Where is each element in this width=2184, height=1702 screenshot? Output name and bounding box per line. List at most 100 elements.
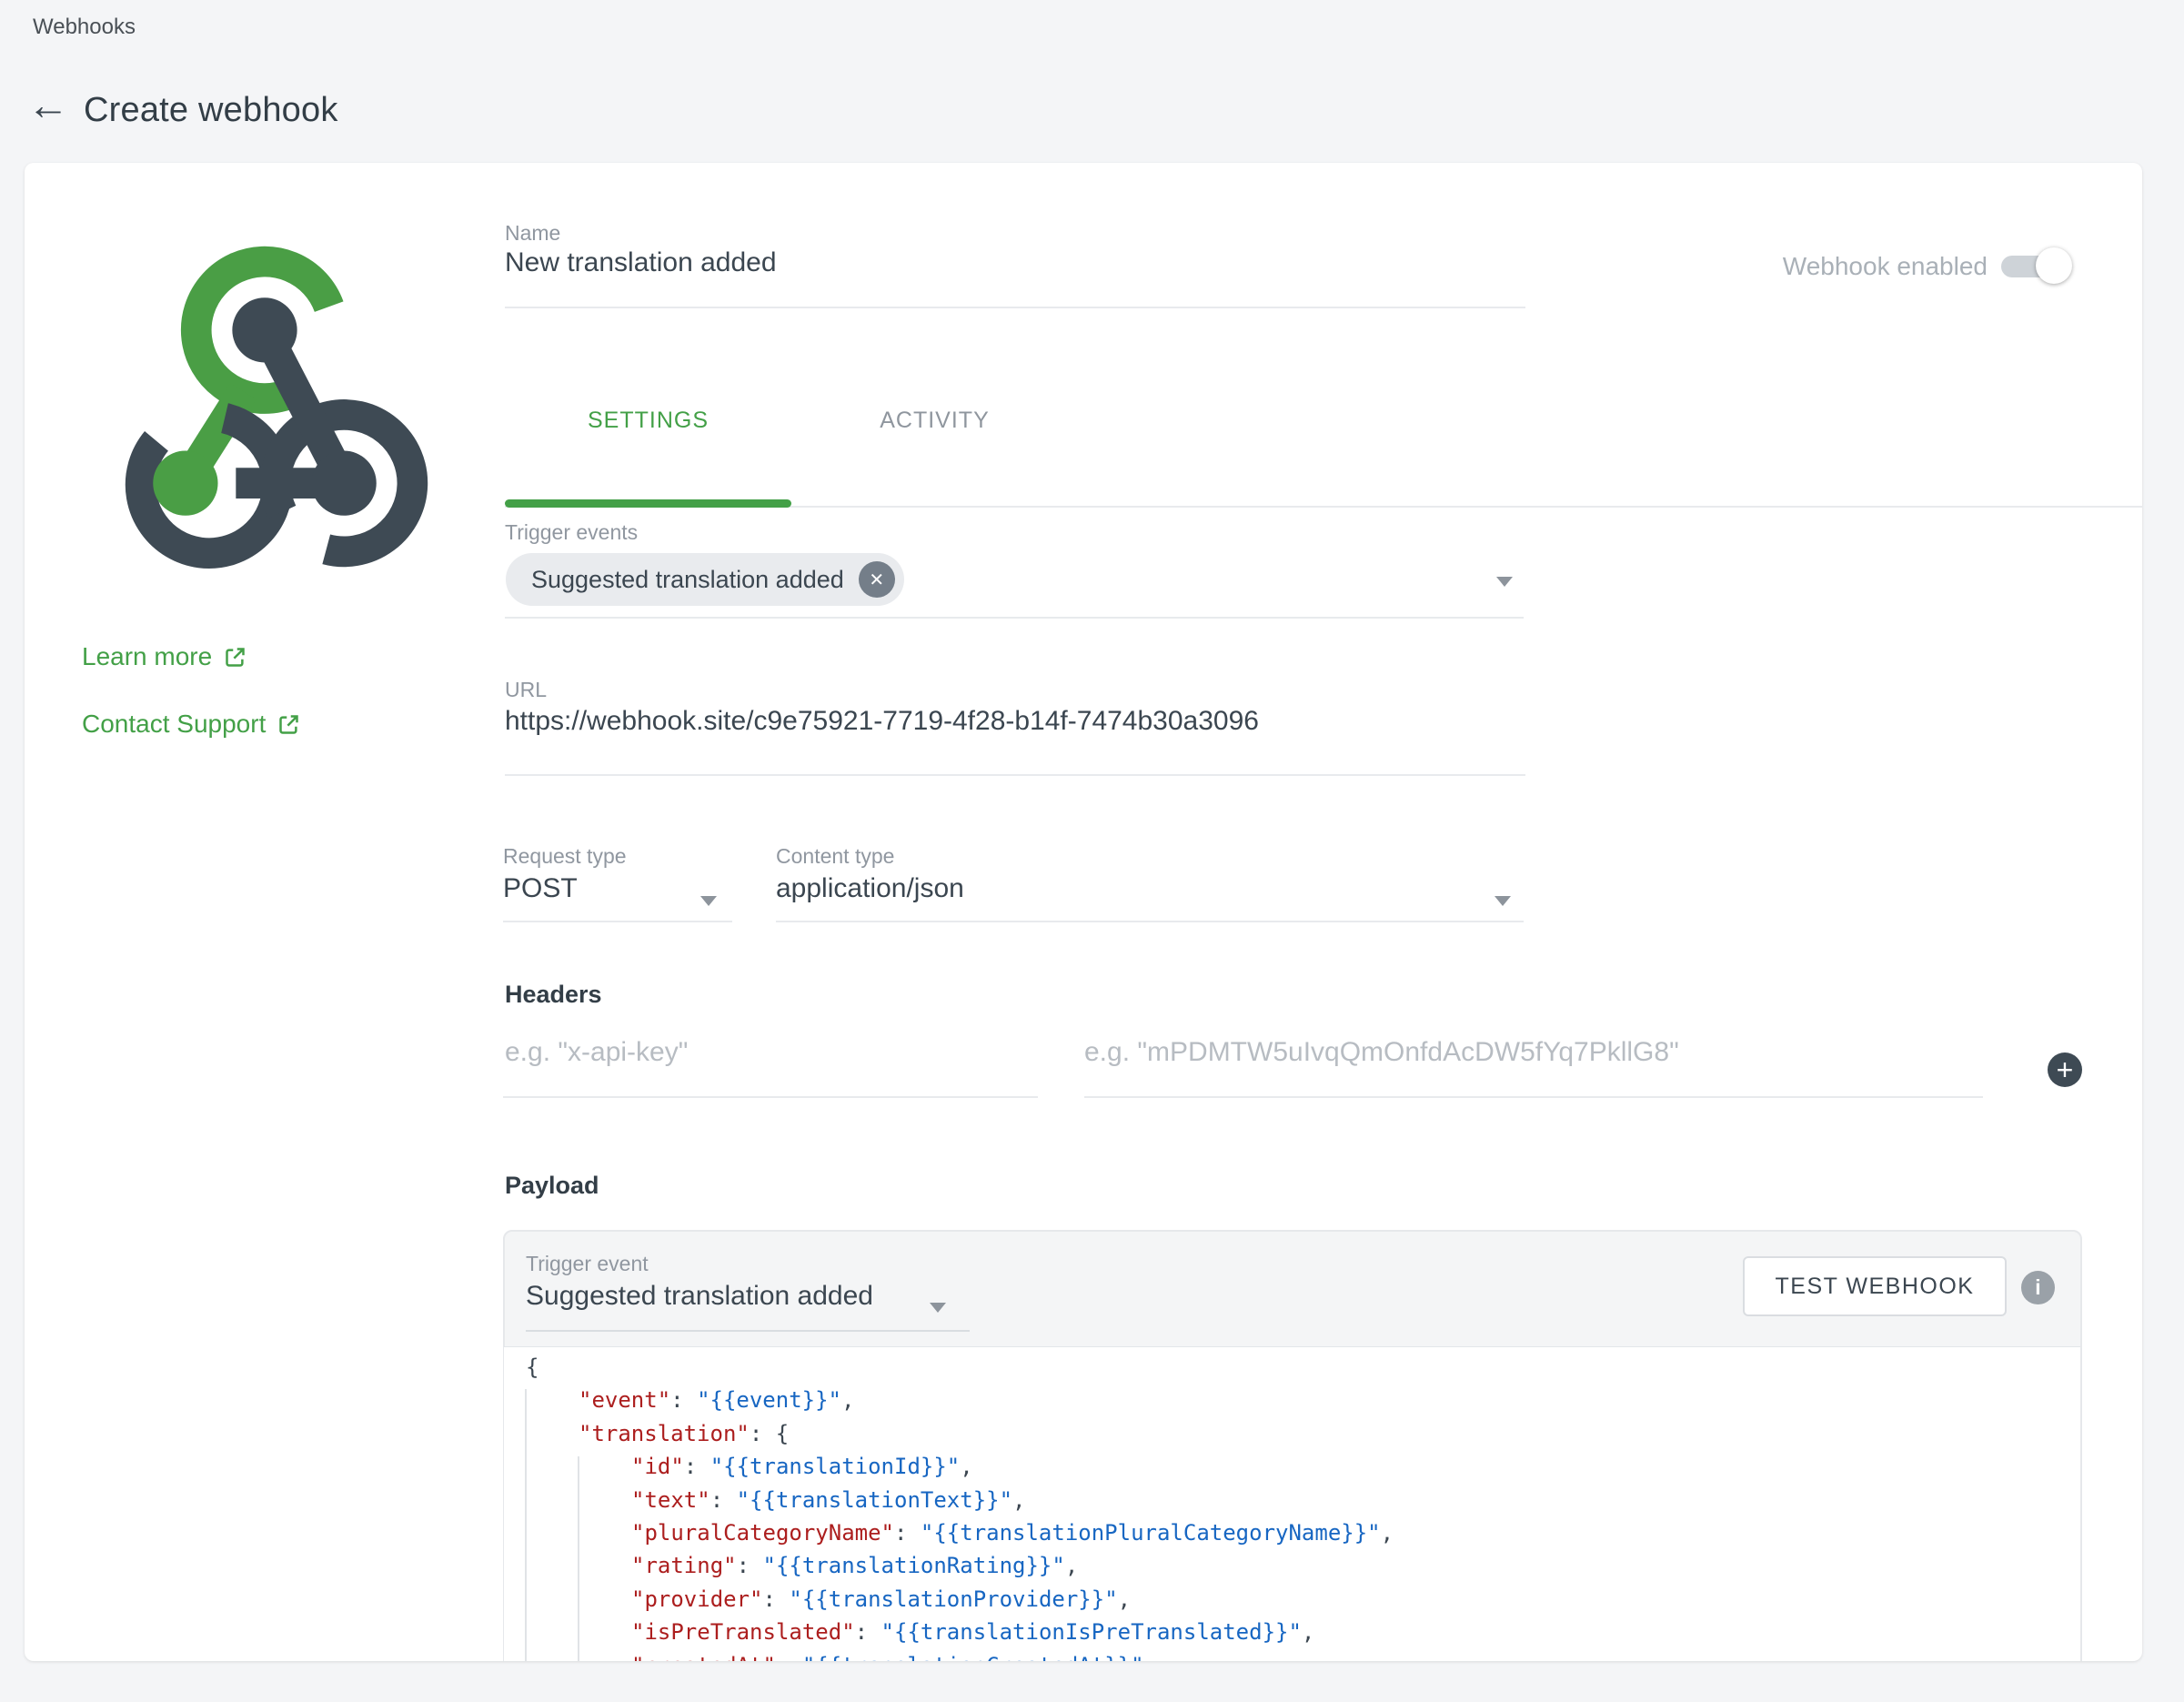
test-webhook-button[interactable]: TEST WEBHOOK: [1743, 1256, 2007, 1316]
logo-green-node: [153, 451, 217, 516]
page-title: Create webhook: [84, 91, 338, 130]
back-arrow-icon[interactable]: ←: [27, 84, 69, 126]
code-token: :: [763, 1586, 790, 1612]
header-key-input[interactable]: [505, 1037, 1014, 1068]
code-line: "rating": "{{translationRating}}",: [504, 1549, 2080, 1582]
code-token: "rating": [631, 1553, 737, 1578]
tab-activity[interactable]: ACTIVITY: [791, 408, 1078, 434]
indent-guide: [525, 1389, 527, 1661]
chip-label: Suggested translation added: [531, 566, 844, 594]
payload-code[interactable]: {"event": "{{event}}","translation": {"i…: [504, 1346, 2080, 1661]
webhook-enabled-label: Webhook enabled: [1769, 252, 1988, 281]
webhook-card: Learn more Contact Support Name Webhook …: [25, 163, 2142, 1661]
request-type-select[interactable]: POST: [503, 873, 578, 904]
payload-trigger-event-select[interactable]: Suggested translation added: [526, 1281, 873, 1312]
url-underline: [505, 774, 1525, 776]
code-token: :: [894, 1520, 921, 1546]
code-line: "createdAt": "{{translationCreatedAt}}",: [504, 1649, 2080, 1661]
request-type-label: Request type: [503, 844, 627, 869]
logo-dark-node-top: [232, 297, 297, 362]
trigger-events-caret-icon[interactable]: [1496, 577, 1513, 587]
content-type-underline: [776, 921, 1524, 922]
trigger-events-underline: [505, 617, 1524, 619]
code-line: {: [504, 1351, 2080, 1384]
url-input[interactable]: [505, 706, 1505, 737]
code-token: {: [526, 1355, 538, 1380]
name-label: Name: [505, 221, 560, 246]
code-line: "id": "{{translationId}}",: [504, 1450, 2080, 1483]
webhook-logo: [80, 226, 449, 586]
payload-trigger-event-caret-icon[interactable]: [930, 1303, 946, 1313]
code-token: "translation": [579, 1421, 750, 1446]
header-key-underline: [503, 1096, 1038, 1098]
code-token: "id": [631, 1454, 684, 1479]
code-token: ,: [1065, 1553, 1078, 1578]
code-token: ,: [1118, 1586, 1131, 1612]
contact-support-link[interactable]: Contact Support: [82, 710, 301, 739]
trigger-events-label: Trigger events: [505, 520, 638, 545]
logo-dark-node-right: [311, 451, 376, 516]
name-underline: [505, 307, 1525, 308]
active-tab-indicator: [505, 499, 791, 508]
code-line: "isPreTranslated": "{{translationIsPreTr…: [504, 1616, 2080, 1648]
code-token: ,: [1381, 1520, 1394, 1546]
code-token: ,: [1144, 1653, 1157, 1661]
code-line: "pluralCategoryName": "{{translationPlur…: [504, 1516, 2080, 1549]
code-token: "event": [579, 1387, 670, 1413]
payload-trigger-event-label: Trigger event: [526, 1252, 649, 1276]
code-line: "event": "{{event}}",: [504, 1384, 2080, 1416]
code-token: "{{translationRating}}": [763, 1553, 1065, 1578]
code-token: "{{translationProvider}}": [789, 1586, 1117, 1612]
url-label: URL: [505, 678, 547, 702]
payload-trigger-event-underline: [526, 1330, 970, 1332]
code-token: :: [776, 1653, 802, 1661]
content-type-select[interactable]: application/json: [776, 873, 964, 904]
learn-more-label: Learn more: [82, 642, 212, 671]
code-token: :: [684, 1454, 710, 1479]
contact-support-label: Contact Support: [82, 710, 266, 739]
code-token: "text": [631, 1487, 710, 1513]
code-token: "{{translationText}}": [737, 1487, 1012, 1513]
code-token: "provider": [631, 1586, 763, 1612]
code-token: "createdAt": [631, 1653, 776, 1661]
webhook-enabled-toggle-thumb[interactable]: [2036, 247, 2072, 284]
content-type-caret-icon[interactable]: [1495, 896, 1511, 906]
request-type-underline: [503, 921, 732, 922]
code-token: :: [855, 1619, 881, 1645]
name-input[interactable]: [505, 247, 1505, 278]
code-token: :: [737, 1553, 763, 1578]
code-token: ,: [1302, 1619, 1314, 1645]
code-token: "{{translationId}}": [710, 1454, 961, 1479]
payload-title: Payload: [505, 1172, 599, 1200]
request-type-caret-icon[interactable]: [700, 896, 717, 906]
code-token: ,: [960, 1454, 972, 1479]
code-token: "isPreTranslated": [631, 1619, 855, 1645]
header-value-input[interactable]: [1084, 1037, 1967, 1068]
tab-settings[interactable]: SETTINGS: [505, 408, 791, 434]
code-token: :: [710, 1487, 737, 1513]
code-token: "{{translationPluralCategoryName}}": [921, 1520, 1381, 1546]
headers-title: Headers: [505, 981, 602, 1009]
code-token: ,: [1012, 1487, 1025, 1513]
code-line: "text": "{{translationText}}",: [504, 1484, 2080, 1516]
code-line: "provider": "{{translationProvider}}",: [504, 1583, 2080, 1616]
content-type-label: Content type: [776, 844, 894, 869]
code-token: "pluralCategoryName": [631, 1520, 894, 1546]
code-line: "translation": {: [504, 1417, 2080, 1450]
external-link-icon: [277, 712, 301, 737]
info-icon[interactable]: i: [2021, 1271, 2055, 1304]
chip-remove-icon[interactable]: ✕: [859, 561, 895, 598]
header-value-underline: [1084, 1096, 1983, 1098]
breadcrumb[interactable]: Webhooks: [33, 15, 136, 40]
add-header-button[interactable]: +: [2048, 1052, 2082, 1087]
indent-guide: [578, 1456, 579, 1661]
learn-more-link[interactable]: Learn more: [82, 642, 247, 671]
code-token: ,: [841, 1387, 854, 1413]
code-token: :: [670, 1387, 697, 1413]
code-token: "{{translationIsPreTranslated}}": [881, 1619, 1302, 1645]
code-token: "{{translationCreatedAt}}": [802, 1653, 1144, 1661]
code-token: : {: [750, 1421, 789, 1446]
trigger-event-chip[interactable]: Suggested translation added ✕: [506, 553, 904, 606]
code-token: "{{event}}": [697, 1387, 841, 1413]
external-link-icon: [223, 645, 247, 670]
